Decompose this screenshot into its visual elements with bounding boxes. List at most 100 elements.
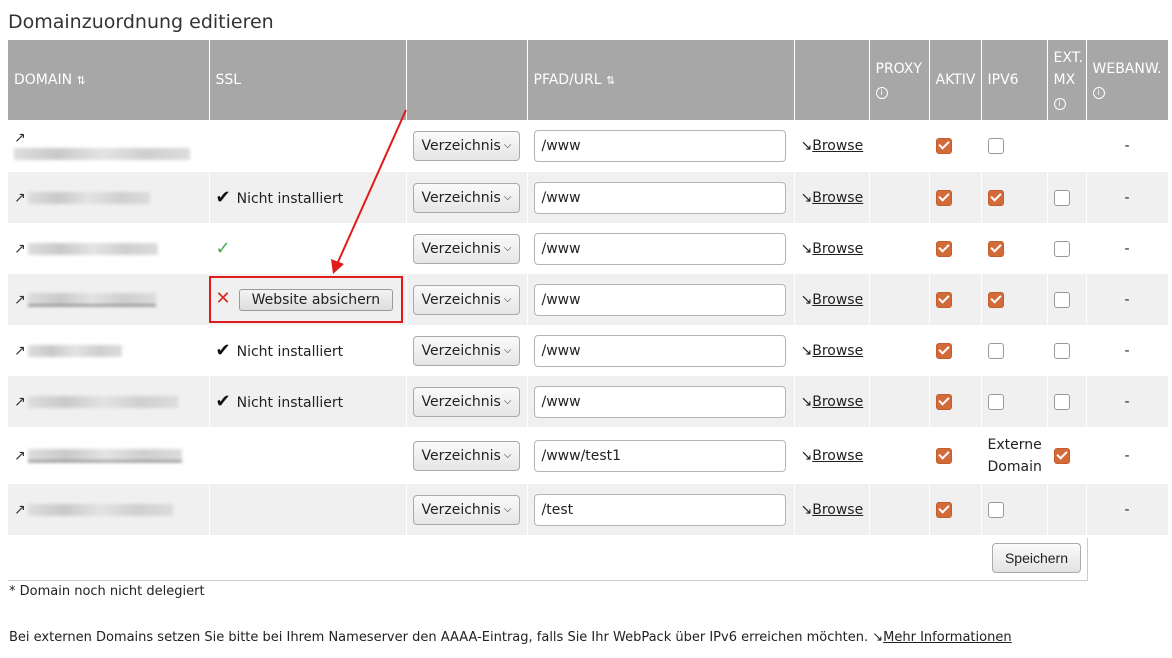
- table-row: ↗ Verzeichnis ⌵ /test ↘Browse -: [8, 484, 1169, 535]
- extmx-checkbox[interactable]: [1053, 240, 1070, 257]
- external-link-icon[interactable]: ↗: [14, 448, 26, 464]
- domain-cell: ↗: [8, 120, 210, 172]
- type-select[interactable]: Verzeichnis ⌵: [412, 335, 520, 366]
- arrow-icon: ↘: [800, 342, 813, 359]
- type-select[interactable]: Verzeichnis ⌵: [412, 440, 520, 471]
- arrow-icon: ↘: [800, 501, 813, 518]
- aktiv-checkbox[interactable]: [935, 189, 952, 206]
- ipv6-hint: Bei externen Domains setzen Sie bitte be…: [9, 630, 1012, 645]
- domain-name-redacted[interactable]: [14, 148, 190, 160]
- table-row: ↗ Verzeichnis ⌵ /www ↘Browse -: [8, 120, 1169, 172]
- browse-link[interactable]: Browse: [812, 292, 863, 308]
- domain-name-redacted[interactable]: [27, 191, 150, 204]
- path-input[interactable]: /www: [533, 385, 786, 418]
- info-icon[interactable]: i: [1092, 87, 1105, 99]
- external-link-icon[interactable]: ↗: [14, 241, 26, 257]
- ipv6-checkbox[interactable]: [987, 189, 1004, 206]
- ipv6-checkbox[interactable]: [987, 342, 1004, 359]
- save-area: Speichern: [8, 538, 1088, 581]
- path-input[interactable]: /www: [533, 181, 786, 214]
- path-input[interactable]: /test: [533, 493, 786, 526]
- path-input[interactable]: /www: [533, 283, 786, 316]
- arrow-icon: ↘: [800, 447, 813, 464]
- browse-link[interactable]: Browse: [812, 502, 863, 518]
- info-icon[interactable]: i: [875, 87, 888, 99]
- browse-link[interactable]: Browse: [812, 190, 863, 206]
- external-link-icon[interactable]: ↗: [14, 502, 26, 518]
- ssl-missing-icon: ✕: [215, 288, 231, 309]
- browse-link[interactable]: Browse: [812, 138, 863, 154]
- ipv6-checkbox[interactable]: [987, 138, 1004, 154]
- domain-name-redacted[interactable]: [27, 395, 178, 408]
- aktiv-checkbox[interactable]: [935, 447, 952, 464]
- path-input[interactable]: /www: [533, 130, 786, 162]
- ipv6-checkbox[interactable]: [987, 501, 1004, 518]
- more-info-link[interactable]: Mehr Informationen: [883, 630, 1011, 645]
- aktiv-checkbox[interactable]: [935, 393, 952, 410]
- aktiv-checkbox[interactable]: [935, 291, 952, 308]
- browse-link[interactable]: Browse: [812, 394, 863, 410]
- ipv6-checkbox[interactable]: [987, 291, 1004, 308]
- col-ssl: SSL: [209, 40, 407, 120]
- webanw-value: -: [1086, 325, 1169, 376]
- save-button[interactable]: Speichern: [991, 543, 1081, 573]
- domain-name-redacted[interactable]: [27, 503, 173, 516]
- ssl-status: Nicht installiert: [236, 395, 344, 411]
- external-link-icon[interactable]: ↗: [14, 130, 26, 146]
- col-path[interactable]: PFAD/URL ⇅: [527, 40, 795, 120]
- aktiv-checkbox[interactable]: [935, 501, 952, 518]
- sort-icon[interactable]: ⇅: [606, 74, 615, 87]
- external-link-icon[interactable]: ↗: [14, 292, 26, 308]
- extmx-checkbox[interactable]: [1053, 291, 1070, 308]
- type-select[interactable]: Verzeichnis ⌵: [412, 233, 520, 264]
- type-select[interactable]: Verzeichnis ⌵: [412, 494, 520, 525]
- webanw-value: -: [1086, 484, 1169, 535]
- external-link-icon[interactable]: ↗: [14, 343, 26, 359]
- domain-name-redacted[interactable]: [27, 293, 156, 306]
- path-input[interactable]: /www: [533, 232, 786, 265]
- aktiv-checkbox[interactable]: [935, 240, 952, 257]
- path-input[interactable]: /www: [533, 334, 786, 367]
- col-type: [406, 40, 528, 120]
- chevron-down-icon: ⌵: [503, 503, 512, 515]
- table-row: ↗ ✓ Verzeichnis ⌵ /www ↘Browse -: [8, 223, 1169, 274]
- chevron-down-icon: ⌵: [503, 293, 512, 305]
- secure-website-button[interactable]: Website absichern: [238, 289, 394, 311]
- arrow-icon: ↘: [800, 291, 813, 308]
- type-select[interactable]: Verzeichnis ⌵: [412, 386, 520, 417]
- arrow-icon: ↘: [800, 393, 813, 410]
- ipv6-checkbox[interactable]: [987, 393, 1004, 410]
- domain-name-redacted[interactable]: [27, 449, 182, 462]
- page-title: Domainzuordnung editieren: [8, 11, 274, 33]
- browse-link[interactable]: Browse: [812, 343, 863, 359]
- info-icon[interactable]: i: [1053, 98, 1066, 110]
- ssl-ok-icon: ✓: [215, 238, 231, 259]
- extmx-checkbox[interactable]: [1053, 447, 1070, 464]
- webanw-value: -: [1086, 172, 1169, 223]
- ipv6-checkbox[interactable]: [987, 240, 1004, 257]
- domain-name-redacted[interactable]: [27, 242, 158, 255]
- extmx-checkbox[interactable]: [1053, 189, 1070, 206]
- chevron-down-icon: ⌵: [503, 395, 512, 407]
- col-domain[interactable]: DOMAIN ⇅: [8, 40, 210, 120]
- path-input[interactable]: /www/test1: [533, 439, 786, 472]
- type-select[interactable]: Verzeichnis ⌵: [412, 284, 520, 315]
- aktiv-checkbox[interactable]: [935, 342, 952, 359]
- external-link-icon[interactable]: ↗: [14, 394, 26, 410]
- type-select[interactable]: Verzeichnis ⌵: [412, 131, 520, 161]
- browse-link[interactable]: Browse: [812, 241, 863, 257]
- arrow-icon: ↘: [872, 630, 884, 645]
- browse-link[interactable]: Browse: [812, 448, 863, 464]
- aktiv-checkbox[interactable]: [935, 138, 952, 154]
- type-select[interactable]: Verzeichnis ⌵: [412, 182, 520, 213]
- external-link-icon[interactable]: ↗: [14, 190, 26, 206]
- extmx-checkbox[interactable]: [1053, 393, 1070, 410]
- table-row: ↗ ✔ Nicht installiert Verzeichnis ⌵ /www ↘…: [8, 376, 1169, 427]
- extmx-checkbox[interactable]: [1053, 342, 1070, 359]
- domain-name-redacted[interactable]: [27, 344, 122, 357]
- col-proxy: PROXY i: [869, 40, 930, 120]
- checkmark-icon: ✔: [215, 340, 231, 361]
- col-extmx: EXT. MX i: [1047, 40, 1087, 120]
- proxy-cell: [869, 120, 930, 172]
- sort-icon[interactable]: ⇅: [77, 74, 86, 87]
